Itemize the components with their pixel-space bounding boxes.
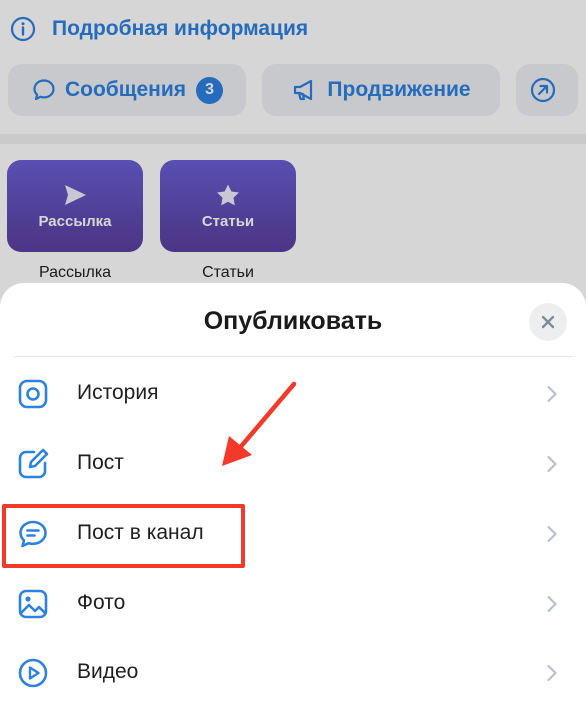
menu-item-label: Фото [77, 591, 126, 614]
play-icon [16, 656, 50, 690]
chevron-right-icon [547, 664, 557, 682]
close-button[interactable] [529, 303, 567, 341]
highlight-box [2, 504, 245, 568]
chevron-right-icon [547, 595, 557, 613]
menu-item-label: Видео [77, 660, 139, 683]
screen: Подробная информация Сообщения 3 Продвиж… [0, 0, 586, 702]
close-icon [541, 315, 555, 329]
publish-sheet: Опубликовать История Пост Пост в канал Ф… [0, 283, 586, 702]
chevron-right-icon [547, 385, 557, 403]
image-icon [16, 587, 50, 621]
chevron-right-icon [547, 525, 557, 543]
sheet-divider [14, 356, 572, 357]
story-icon [16, 377, 50, 411]
edit-icon [16, 447, 50, 481]
chevron-right-icon [547, 455, 557, 473]
annotation-arrow [222, 381, 297, 466]
menu-item-label: Пост [77, 451, 124, 474]
menu-item-video[interactable]: Видео [0, 642, 586, 702]
sheet-title: Опубликовать [203, 307, 383, 335]
menu-item-photo[interactable]: Фото [0, 573, 586, 633]
menu-item-label: История [77, 381, 159, 404]
